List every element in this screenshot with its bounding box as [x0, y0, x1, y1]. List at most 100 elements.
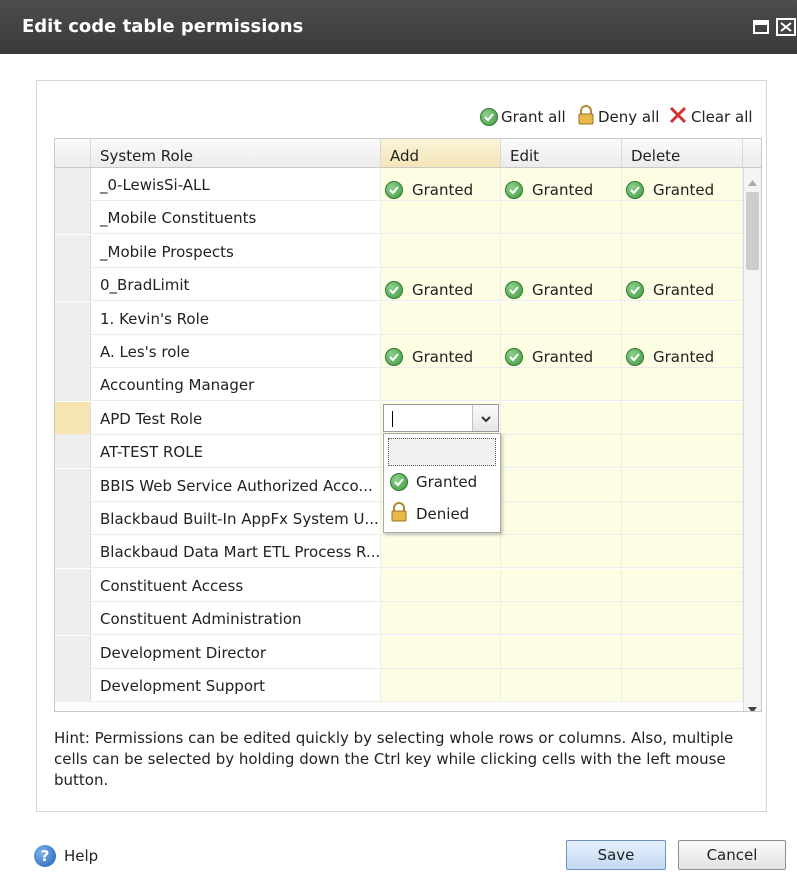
- row-selector[interactable]: [55, 268, 91, 302]
- help-link[interactable]: ? Help: [34, 845, 98, 867]
- row-selector[interactable]: [55, 401, 91, 435]
- permission-cell-delete[interactable]: [622, 234, 743, 268]
- row-selector[interactable]: [55, 468, 91, 502]
- permission-cell-delete[interactable]: [622, 301, 743, 335]
- permission-cell-delete[interactable]: [622, 468, 743, 502]
- permission-cell-add[interactable]: Granted: [381, 335, 501, 368]
- permission-cell-edit[interactable]: [501, 669, 622, 702]
- permission-cell-delete[interactable]: [622, 368, 743, 402]
- table-row[interactable]: Constituent Access: [55, 568, 743, 602]
- scroll-up-arrow-icon[interactable]: [748, 172, 757, 190]
- permission-cell-add[interactable]: [381, 568, 501, 602]
- permission-cell-edit[interactable]: [501, 234, 622, 268]
- permission-cell-add[interactable]: Granted: [381, 168, 501, 201]
- permission-cell-delete[interactable]: [622, 401, 743, 435]
- permission-cell-edit[interactable]: Granted: [501, 168, 622, 201]
- table-row[interactable]: Accounting Manager: [55, 368, 743, 402]
- permission-cell-edit[interactable]: [501, 401, 622, 435]
- row-selector[interactable]: [55, 368, 91, 402]
- vertical-scrollbar[interactable]: [743, 168, 761, 711]
- permission-cell-edit[interactable]: [501, 435, 622, 469]
- permission-cell-edit[interactable]: [501, 635, 622, 669]
- role-name-cell[interactable]: 1. Kevin's Role: [91, 301, 381, 335]
- permission-cell-edit[interactable]: [501, 602, 622, 636]
- grant-all-button[interactable]: Grant all: [480, 106, 566, 128]
- row-selector[interactable]: [55, 335, 91, 368]
- role-name-cell[interactable]: Constituent Administration: [91, 602, 381, 636]
- permission-cell-delete[interactable]: [622, 502, 743, 535]
- role-name-cell[interactable]: _0-LewisSi-ALL: [91, 168, 381, 201]
- cancel-button[interactable]: Cancel: [678, 840, 786, 870]
- permission-combo-box[interactable]: [383, 404, 499, 432]
- permission-cell-delete[interactable]: [622, 635, 743, 669]
- permission-cell-delete[interactable]: [622, 535, 743, 569]
- dropdown-button[interactable]: [472, 405, 498, 431]
- row-selector[interactable]: [55, 568, 91, 602]
- permission-cell-edit[interactable]: [501, 301, 622, 335]
- permission-cell-add[interactable]: [381, 234, 501, 268]
- close-icon[interactable]: [776, 17, 797, 37]
- permission-cell-edit[interactable]: [501, 201, 622, 235]
- permission-cell-delete[interactable]: [622, 435, 743, 469]
- permission-cell-delete[interactable]: [622, 568, 743, 602]
- role-name-cell[interactable]: 0_BradLimit: [91, 268, 381, 302]
- restore-icon[interactable]: [752, 17, 772, 37]
- permission-cell-add[interactable]: [381, 201, 501, 235]
- table-row[interactable]: 1. Kevin's Role: [55, 301, 743, 335]
- table-row[interactable]: Development Director: [55, 635, 743, 669]
- column-header-system-role[interactable]: System Role: [91, 139, 381, 168]
- permission-cell-add[interactable]: [381, 602, 501, 636]
- permission-cell-add[interactable]: [381, 301, 501, 335]
- permission-cell-add[interactable]: [381, 669, 501, 702]
- deny-all-button[interactable]: Deny all: [577, 105, 659, 128]
- row-selector[interactable]: [55, 669, 91, 702]
- dropdown-option-denied[interactable]: Denied: [390, 501, 469, 527]
- row-selector[interactable]: [55, 168, 91, 201]
- row-selector[interactable]: [55, 635, 91, 669]
- row-selector[interactable]: [55, 502, 91, 535]
- row-selector[interactable]: [55, 201, 91, 235]
- table-row[interactable]: _Mobile Constituents: [55, 201, 743, 235]
- permission-cell-add[interactable]: [381, 535, 501, 569]
- permission-cell-delete[interactable]: Granted: [622, 335, 743, 368]
- save-button[interactable]: Save: [566, 840, 666, 870]
- clear-all-button[interactable]: Clear all: [668, 106, 753, 128]
- dropdown-option-empty[interactable]: [388, 438, 496, 466]
- permission-cell-edit[interactable]: [501, 502, 622, 535]
- table-row[interactable]: Development Support: [55, 669, 743, 702]
- scroll-down-arrow-icon[interactable]: [748, 699, 757, 711]
- permission-cell-delete[interactable]: [622, 602, 743, 636]
- role-name-cell[interactable]: _Mobile Prospects: [91, 234, 381, 268]
- permission-cell-delete[interactable]: [622, 201, 743, 235]
- role-name-cell[interactable]: Blackbaud Data Mart ETL Process R...: [91, 535, 381, 569]
- role-name-cell[interactable]: Blackbaud Built-In AppFx System U...: [91, 502, 381, 535]
- row-selector[interactable]: [55, 535, 91, 569]
- permission-cell-edit[interactable]: [501, 535, 622, 569]
- role-name-cell[interactable]: _Mobile Constituents: [91, 201, 381, 235]
- permission-cell-edit[interactable]: [501, 368, 622, 402]
- permission-cell-delete[interactable]: [622, 669, 743, 702]
- column-header-edit[interactable]: Edit: [501, 139, 622, 168]
- permission-cell-add[interactable]: Granted: [381, 268, 501, 302]
- role-name-cell[interactable]: Development Support: [91, 669, 381, 702]
- role-name-cell[interactable]: AT-TEST ROLE: [91, 435, 381, 469]
- table-row[interactable]: _0-LewisSi-ALL Granted Granted Granted: [55, 168, 743, 201]
- role-name-cell[interactable]: A. Les's role: [91, 335, 381, 368]
- permission-cell-edit[interactable]: Granted: [501, 335, 622, 368]
- role-name-cell[interactable]: Constituent Access: [91, 568, 381, 602]
- permission-cell-edit[interactable]: [501, 468, 622, 502]
- table-row[interactable]: Constituent Administration: [55, 602, 743, 636]
- role-name-cell[interactable]: BBIS Web Service Authorized Acco...: [91, 468, 381, 502]
- table-row[interactable]: _Mobile Prospects: [55, 234, 743, 268]
- table-row[interactable]: 0_BradLimit Granted Granted Granted: [55, 268, 743, 302]
- scrollbar-thumb[interactable]: [746, 192, 759, 270]
- row-selector[interactable]: [55, 234, 91, 268]
- dropdown-option-granted[interactable]: Granted: [390, 469, 477, 495]
- permission-cell-delete[interactable]: Granted: [622, 168, 743, 201]
- permission-cell-delete[interactable]: Granted: [622, 268, 743, 302]
- row-selector[interactable]: [55, 602, 91, 636]
- table-row[interactable]: Blackbaud Data Mart ETL Process R...: [55, 535, 743, 569]
- role-name-cell[interactable]: Development Director: [91, 635, 381, 669]
- row-selector[interactable]: [55, 435, 91, 469]
- role-name-cell[interactable]: APD Test Role: [91, 401, 381, 435]
